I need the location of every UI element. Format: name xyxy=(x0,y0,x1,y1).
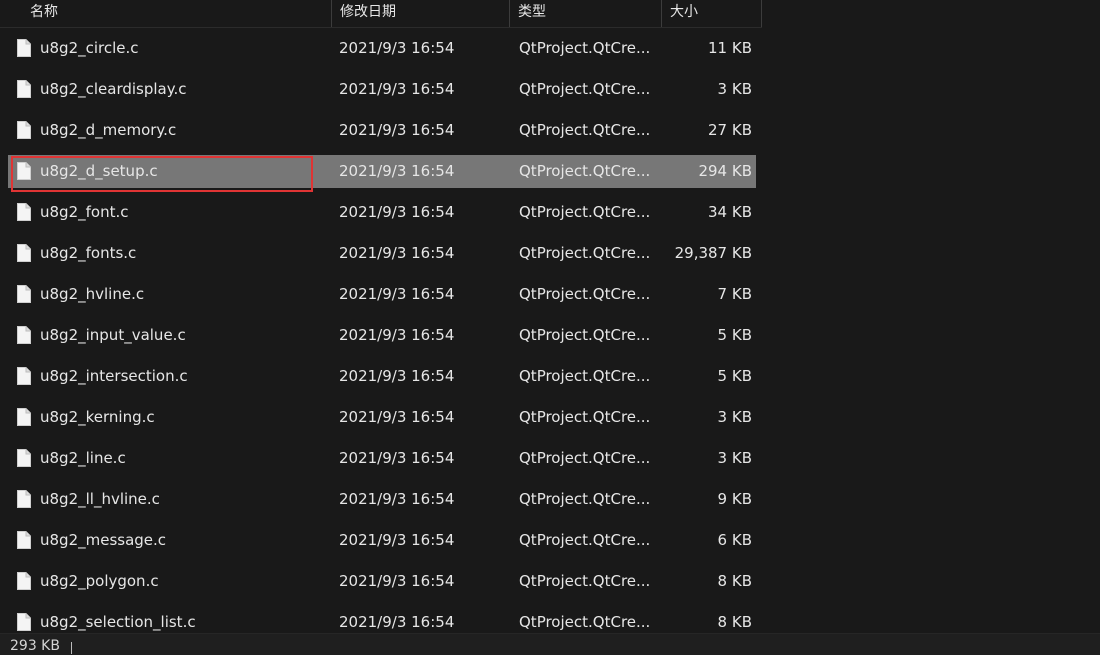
column-header-name-label: 名称 xyxy=(30,4,58,20)
file-icon xyxy=(17,408,31,426)
file-date: 2021/9/3 16:54 xyxy=(339,572,455,590)
file-date: 2021/9/3 16:54 xyxy=(339,449,455,467)
file-type: QtProject.QtCre... xyxy=(519,162,651,180)
file-row[interactable]: u8g2_circle.c 2021/9/3 16:54 QtProject.QtC… xyxy=(8,32,756,65)
file-row[interactable]: u8g2_line.c 2021/9/3 16:54 QtProject.QtCre… xyxy=(8,442,756,475)
file-name: u8g2_ll_hvline.c xyxy=(40,490,160,508)
file-explorer: 名称 ^ 修改日期 类型 大小 u8g2_circle.c 2021/9/3 16… xyxy=(0,0,1100,655)
file-row[interactable]: u8g2_ll_hvline.c 2021/9/3 16:54 QtProject.… xyxy=(8,483,756,516)
file-icon xyxy=(17,285,31,303)
file-size: 6 KB xyxy=(717,531,752,549)
column-header-date[interactable]: 修改日期 xyxy=(332,0,510,27)
file-icon xyxy=(17,326,31,344)
file-name: u8g2_input_value.c xyxy=(40,326,186,344)
file-row[interactable]: u8g2_font.c 2021/9/3 16:54 QtProject.QtCre… xyxy=(8,196,756,229)
file-icon xyxy=(17,39,31,57)
file-name: u8g2_kerning.c xyxy=(40,408,155,426)
file-icon xyxy=(17,244,31,262)
column-header-type-label: 类型 xyxy=(518,4,546,20)
file-type: QtProject.QtCre... xyxy=(519,80,651,98)
file-icon xyxy=(17,449,31,467)
file-date: 2021/9/3 16:54 xyxy=(339,80,455,98)
file-icon xyxy=(17,162,31,180)
file-date: 2021/9/3 16:54 xyxy=(339,162,455,180)
file-size: 3 KB xyxy=(717,408,752,426)
file-type: QtProject.QtCre... xyxy=(519,449,651,467)
file-name: u8g2_intersection.c xyxy=(40,367,188,385)
file-row[interactable]: u8g2_intersection.c 2021/9/3 16:54 QtProje… xyxy=(8,360,756,393)
file-date: 2021/9/3 16:54 xyxy=(339,326,455,344)
file-type: QtProject.QtCre... xyxy=(519,285,651,303)
file-row[interactable]: u8g2_cleardisplay.c 2021/9/3 16:54 QtProje… xyxy=(8,73,756,106)
file-size: 7 KB xyxy=(717,285,752,303)
file-icon xyxy=(17,80,31,98)
file-date: 2021/9/3 16:54 xyxy=(339,490,455,508)
file-type: QtProject.QtCre... xyxy=(519,367,651,385)
file-type: QtProject.QtCre... xyxy=(519,203,651,221)
column-header-name[interactable]: 名称 ^ xyxy=(0,0,332,27)
status-bar: 293 KB xyxy=(0,633,1100,655)
file-date: 2021/9/3 16:54 xyxy=(339,121,455,139)
file-type: QtProject.QtCre... xyxy=(519,39,651,57)
column-header-bar: 名称 ^ 修改日期 类型 大小 xyxy=(0,0,762,28)
file-size: 29,387 KB xyxy=(674,244,752,262)
file-size: 5 KB xyxy=(717,326,752,344)
file-row[interactable]: u8g2_hvline.c 2021/9/3 16:54 QtProject.QtC… xyxy=(8,278,756,311)
file-type: QtProject.QtCre... xyxy=(519,244,651,262)
file-name: u8g2_hvline.c xyxy=(40,285,145,303)
file-row[interactable]: u8g2_d_memory.c 2021/9/3 16:54 QtProject.Q… xyxy=(8,114,756,147)
column-header-size[interactable]: 大小 xyxy=(662,0,762,27)
file-name: u8g2_line.c xyxy=(40,449,126,467)
file-type: QtProject.QtCre... xyxy=(519,326,651,344)
file-size: 3 KB xyxy=(717,80,752,98)
file-name: u8g2_font.c xyxy=(40,203,129,221)
file-size: 3 KB xyxy=(717,449,752,467)
column-header-date-label: 修改日期 xyxy=(340,4,396,20)
file-row[interactable]: u8g2_d_setup.c 2021/9/3 16:54 QtProject.Qt… xyxy=(8,155,756,188)
file-date: 2021/9/3 16:54 xyxy=(339,408,455,426)
file-date: 2021/9/3 16:54 xyxy=(339,285,455,303)
file-row[interactable]: u8g2_polygon.c 2021/9/3 16:54 QtProject.Qt… xyxy=(8,565,756,598)
file-row[interactable]: u8g2_message.c 2021/9/3 16:54 QtProject.Qt… xyxy=(8,524,756,557)
file-icon xyxy=(17,121,31,139)
file-size: 9 KB xyxy=(717,490,752,508)
file-date: 2021/9/3 16:54 xyxy=(339,531,455,549)
file-size: 5 KB xyxy=(717,367,752,385)
file-size: 34 KB xyxy=(708,203,752,221)
file-name: u8g2_d_memory.c xyxy=(40,121,177,139)
column-header-size-label: 大小 xyxy=(670,4,698,20)
file-date: 2021/9/3 16:54 xyxy=(339,203,455,221)
file-row[interactable]: u8g2_fonts.c 2021/9/3 16:54 QtProject.QtCr… xyxy=(8,237,756,270)
file-name: u8g2_circle.c xyxy=(40,39,139,57)
file-type: QtProject.QtCre... xyxy=(519,572,651,590)
file-name: u8g2_fonts.c xyxy=(40,244,137,262)
file-type: QtProject.QtCre... xyxy=(519,531,651,549)
file-icon xyxy=(17,367,31,385)
file-date: 2021/9/3 16:54 xyxy=(339,39,455,57)
file-type: QtProject.QtCre... xyxy=(519,490,651,508)
file-size: 294 KB xyxy=(698,162,752,180)
file-name: u8g2_polygon.c xyxy=(40,572,159,590)
file-size: 11 KB xyxy=(708,39,752,57)
file-icon xyxy=(17,531,31,549)
status-divider xyxy=(71,642,72,654)
file-date: 2021/9/3 16:54 xyxy=(339,367,455,385)
file-icon xyxy=(17,490,31,508)
file-icon xyxy=(17,572,31,590)
column-header-type[interactable]: 类型 xyxy=(510,0,662,27)
file-name: u8g2_message.c xyxy=(40,531,167,549)
file-icon xyxy=(17,613,31,631)
file-row[interactable]: u8g2_input_value.c 2021/9/3 16:54 QtProjec… xyxy=(8,319,756,352)
sort-up-icon: ^ xyxy=(170,0,179,6)
file-type: QtProject.QtCre... xyxy=(519,408,651,426)
file-row[interactable]: u8g2_kerning.c 2021/9/3 16:54 QtProject.Qt… xyxy=(8,401,756,434)
file-type: QtProject.QtCre... xyxy=(519,121,651,139)
file-name: u8g2_cleardisplay.c xyxy=(40,80,187,98)
file-date: 2021/9/3 16:54 xyxy=(339,244,455,262)
file-size: 27 KB xyxy=(708,121,752,139)
file-icon xyxy=(17,203,31,221)
status-selection-size: 293 KB xyxy=(10,638,60,654)
file-name: u8g2_d_setup.c xyxy=(40,162,158,180)
file-size: 8 KB xyxy=(717,572,752,590)
